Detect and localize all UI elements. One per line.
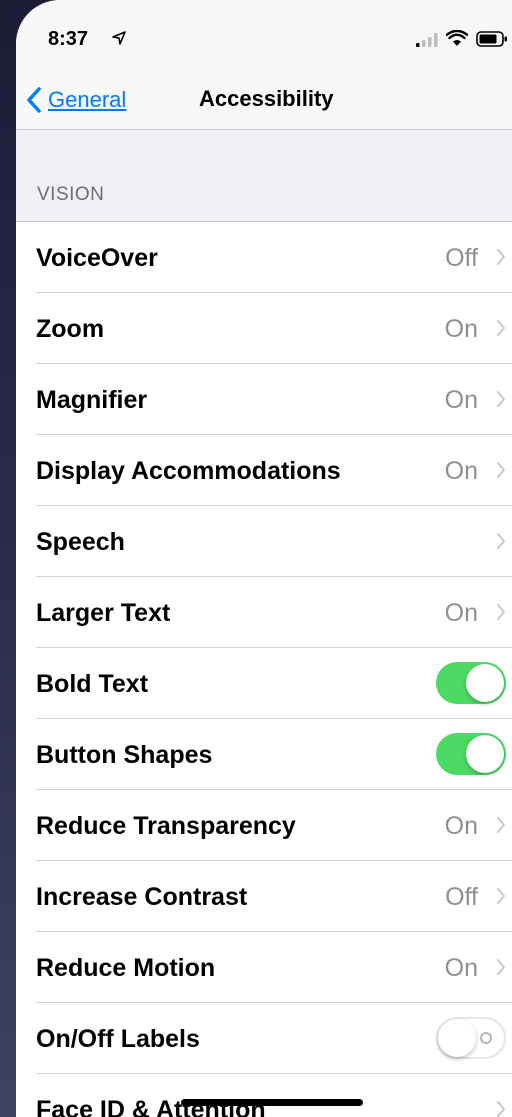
settings-row-reduce-motion[interactable]: Reduce Motion On bbox=[16, 932, 512, 1003]
settings-list: VoiceOver Off Zoom On Magnifier On Display Acc… bbox=[16, 221, 512, 1117]
chevron-left-icon bbox=[27, 87, 41, 113]
settings-row-label: Reduce Motion bbox=[36, 954, 216, 982]
toggle-knob bbox=[466, 735, 504, 773]
settings-row-label: Bold Text bbox=[36, 670, 149, 698]
chevron-right-icon bbox=[497, 604, 505, 620]
back-button-label: General bbox=[48, 87, 127, 112]
settings-row-value: Off bbox=[445, 883, 478, 911]
settings-row-reduce-transparency[interactable]: Reduce Transparency On bbox=[16, 790, 512, 861]
cellular-signal-icon bbox=[416, 33, 438, 47]
chevron-right-icon bbox=[497, 959, 505, 975]
toggle-switch-button-shapes[interactable] bbox=[436, 733, 506, 775]
settings-row-label: Larger Text bbox=[36, 599, 171, 627]
wifi-icon bbox=[446, 30, 468, 46]
chevron-right-icon bbox=[497, 888, 505, 904]
settings-row-larger-text[interactable]: Larger Text On bbox=[16, 577, 512, 648]
settings-row-zoom[interactable]: Zoom On bbox=[16, 293, 512, 364]
chevron-right-icon bbox=[497, 320, 505, 336]
settings-row-value: On bbox=[444, 315, 478, 343]
settings-row-label: Button Shapes bbox=[36, 741, 213, 769]
settings-row-increase-contrast[interactable]: Increase Contrast Off bbox=[16, 861, 512, 932]
phone-screen: 8:37 General Accessibility VISION VoiceO… bbox=[16, 0, 512, 1117]
settings-row-label: Speech bbox=[36, 528, 125, 556]
location-arrow-icon bbox=[112, 31, 126, 45]
settings-row-button-shapes[interactable]: Button Shapes bbox=[16, 719, 512, 790]
chevron-right-icon bbox=[497, 533, 505, 549]
settings-row-label: Display Accommodations bbox=[36, 457, 341, 485]
back-button[interactable]: General bbox=[26, 82, 126, 118]
settings-row-bold-text[interactable]: Bold Text bbox=[16, 648, 512, 719]
settings-row-value: On bbox=[444, 386, 478, 414]
settings-row-value: On bbox=[444, 599, 478, 627]
settings-row-value: On bbox=[444, 812, 478, 840]
settings-row-voiceover[interactable]: VoiceOver Off bbox=[16, 222, 512, 293]
settings-row-value: On bbox=[444, 954, 478, 982]
toggle-off-label-icon bbox=[480, 1032, 492, 1044]
chevron-right-icon bbox=[497, 1101, 505, 1117]
chevron-right-icon bbox=[497, 817, 505, 833]
status-bar: 8:37 bbox=[16, 0, 512, 72]
section-header-vision: VISION bbox=[37, 184, 105, 205]
settings-row-display-accommodations[interactable]: Display Accommodations On bbox=[16, 435, 512, 506]
settings-row-magnifier[interactable]: Magnifier On bbox=[16, 364, 512, 435]
navigation-bar: General Accessibility bbox=[16, 72, 512, 130]
chevron-right-icon bbox=[497, 249, 505, 265]
chevron-right-icon bbox=[497, 462, 505, 478]
status-time: 8:37 bbox=[48, 28, 89, 50]
battery-icon bbox=[476, 31, 507, 47]
settings-row-value: On bbox=[444, 457, 478, 485]
settings-row-label: VoiceOver bbox=[36, 244, 158, 272]
settings-row-label: Zoom bbox=[36, 315, 105, 343]
toggle-switch-on-off-labels[interactable] bbox=[436, 1017, 506, 1059]
settings-row-label: Magnifier bbox=[36, 386, 148, 414]
toggle-knob bbox=[466, 664, 504, 702]
settings-row-value: Off bbox=[445, 244, 478, 272]
page-title: Accessibility bbox=[199, 86, 334, 111]
toggle-switch-bold-text[interactable] bbox=[436, 662, 506, 704]
settings-row-label: Increase Contrast bbox=[36, 883, 248, 911]
chevron-right-icon bbox=[497, 391, 505, 407]
home-indicator[interactable] bbox=[181, 1099, 363, 1106]
settings-row-label: On/Off Labels bbox=[36, 1025, 200, 1053]
settings-row-on-off-labels[interactable]: On/Off Labels bbox=[16, 1003, 512, 1074]
toggle-knob bbox=[438, 1019, 476, 1057]
settings-row-label: Reduce Transparency bbox=[36, 812, 296, 840]
settings-row-speech[interactable]: Speech bbox=[16, 506, 512, 577]
settings-row-face-id-attention[interactable]: Face ID & Attention bbox=[16, 1074, 512, 1117]
